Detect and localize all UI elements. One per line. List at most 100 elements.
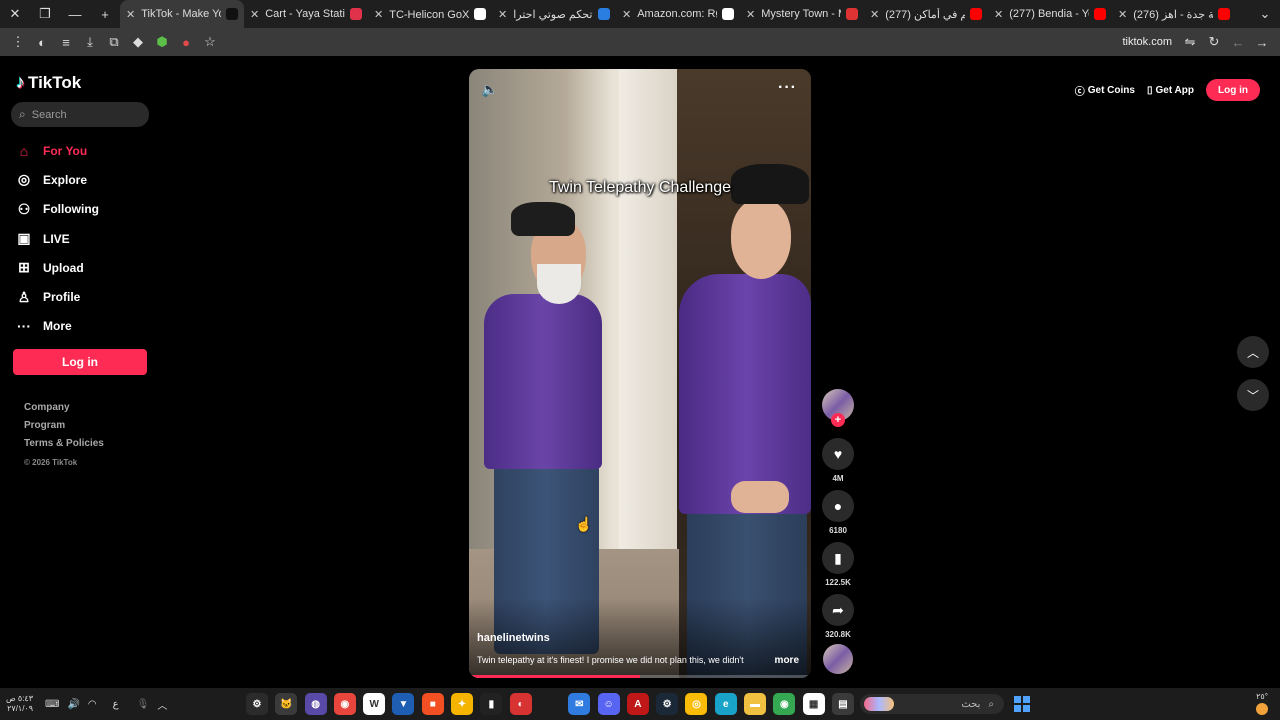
prime-app-icon[interactable]: ✦ (451, 693, 474, 715)
orbit-app-icon[interactable]: ◍ (304, 693, 327, 715)
window-minimize-icon[interactable]: — (60, 0, 90, 28)
discord-app-icon[interactable]: ☺ (597, 693, 620, 715)
header-login-button[interactable]: Log in (1206, 79, 1260, 101)
download-icon[interactable]: ⤓ (78, 30, 102, 54)
tab-close-icon[interactable]: ✕ (1118, 8, 1127, 21)
footer-link-program[interactable]: Program (24, 420, 104, 438)
weather-widget[interactable]: ٢٥° (1256, 692, 1268, 715)
sidebar-item-upload[interactable]: ⊞ Upload (14, 253, 154, 282)
sidebar-item-profile[interactable]: ♙ Profile (14, 282, 154, 311)
share-icon[interactable]: ➦ (822, 594, 854, 626)
blank-app-icon[interactable] (538, 693, 561, 715)
adobe-app-icon[interactable]: A (626, 693, 649, 715)
folder-app-icon[interactable]: ▬ (744, 693, 767, 715)
creator-avatar[interactable]: + (822, 389, 854, 427)
volume-tray-icon[interactable]: 🔊 (67, 699, 79, 710)
tray-overflow-chevron-icon[interactable]: ︿ (157, 697, 167, 712)
browser-tab[interactable]: ✕ Cart - Yaya Station (244, 0, 368, 28)
tab-close-icon[interactable]: ✕ (250, 8, 259, 21)
tab-close-icon[interactable]: ✕ (870, 8, 879, 21)
clock[interactable]: ٥:٤٣ ص ٢٧/١/٠٩ (6, 694, 33, 714)
get-coins-button[interactable]: ⓒ Get Coins (1075, 83, 1135, 98)
next-video-chevron-down-icon[interactable]: ﹀ (1237, 379, 1269, 411)
terminal-app-icon[interactable]: ▮ (480, 693, 503, 715)
red-app-icon[interactable]: ◐ (509, 693, 532, 715)
browser-tab[interactable]: ✕ Mystery Town - MT S (740, 0, 864, 28)
window-restore-icon[interactable]: ❐ (30, 0, 60, 28)
tab-actions-icon[interactable]: ≡ (54, 30, 78, 54)
previous-video-chevron-up-icon[interactable]: ︿ (1237, 336, 1269, 368)
cat-app-icon[interactable]: 🐱 (275, 693, 298, 715)
chrome-app-icon[interactable]: ◉ (333, 693, 356, 715)
address-bar[interactable]: tiktok.com (1122, 36, 1172, 48)
forward-icon[interactable]: → (1250, 30, 1274, 54)
get-app-button[interactable]: ▯ Get App (1147, 85, 1194, 96)
extension-red-icon[interactable]: ● (174, 30, 198, 54)
follow-plus-icon[interactable]: + (831, 413, 845, 427)
volume-icon[interactable]: 🔈 (481, 81, 498, 98)
language-indicator[interactable]: ع (113, 699, 119, 710)
browser-tab[interactable]: ✕ جهاز تحكم صوتي احترا (492, 0, 616, 28)
sidebar-item-explore[interactable]: ◎ Explore (14, 165, 154, 194)
search-input[interactable] (31, 108, 132, 121)
reload-icon[interactable]: ↻ (1202, 30, 1226, 54)
heart-icon[interactable]: ♥ (822, 438, 854, 470)
footer-link-terms[interactable]: Terms & Policies (24, 438, 104, 456)
browser-tab[interactable]: ✕ TC-Helicon GoXLR على (368, 0, 492, 28)
search-box[interactable]: ⌕ (11, 102, 149, 127)
extensions-icon[interactable]: ⧉ (102, 30, 126, 54)
tab-close-icon[interactable]: ✕ (498, 8, 507, 21)
sidebar-login-button[interactable]: Log in (13, 349, 147, 375)
tab-close-icon[interactable]: ✕ (374, 8, 383, 21)
tab-close-icon[interactable]: ✕ (746, 8, 755, 21)
browser-tab[interactable]: ✕ Amazon.com: RØDE (616, 0, 740, 28)
video-author[interactable]: hanelinetwins (477, 632, 550, 644)
windows-start-icon[interactable] (1014, 696, 1030, 712)
sidebar-item-live[interactable]: ▣ LIVE (14, 224, 154, 253)
wps-app-icon[interactable]: W (363, 693, 386, 715)
chrome2-app-icon[interactable]: ◎ (685, 693, 708, 715)
profile-icon[interactable]: ◐ (30, 30, 54, 54)
bookmark-icon[interactable]: ▮ (822, 542, 854, 574)
tab-close-icon[interactable]: ✕ (994, 8, 1003, 21)
video-progress-bar[interactable] (469, 675, 811, 678)
settings-app-icon[interactable]: ⚙ (246, 693, 268, 715)
notifications-icon[interactable]: ⌨ (45, 699, 59, 710)
video-player[interactable]: Twin Telepathy Challenge 🔈 ··· hanelinet… (469, 69, 811, 678)
steam-app-icon[interactable]: ⚙ (656, 693, 679, 715)
video-options-icon[interactable]: ··· (778, 79, 797, 97)
browser-tab[interactable]: ✕ (277) رميناهم في أماكن (864, 0, 988, 28)
window-close-icon[interactable]: ✕ (0, 0, 30, 28)
taskbar-search[interactable]: بحث ⌕ (860, 694, 1004, 714)
microphone-icon[interactable]: 🎙 (137, 699, 150, 710)
sound-avatar[interactable] (823, 644, 853, 674)
browser-tab[interactable]: ✕ TikTok - Make Yo (120, 0, 244, 28)
sidebar-item-for-you[interactable]: ⌂ For You (14, 136, 154, 165)
chrome3-app-icon[interactable]: ◉ (773, 693, 796, 715)
ms-store-app-icon[interactable]: ▦ (802, 693, 825, 715)
description-more-button[interactable]: more (775, 655, 799, 666)
store-app-icon[interactable]: ▼ (392, 693, 415, 715)
bookmark-star-icon[interactable]: ☆ (198, 30, 222, 54)
new-tab-icon[interactable]: + (90, 0, 120, 28)
extension-shield-icon[interactable]: ⬢ (150, 30, 174, 54)
mail-app-icon[interactable]: ✉ (568, 693, 591, 715)
sidebar-item-more[interactable]: ··· More (14, 312, 154, 341)
wifi-icon[interactable]: ◠ (88, 699, 97, 710)
tab-close-icon[interactable]: ✕ (126, 8, 135, 21)
files-app-icon[interactable]: ▤ (831, 693, 854, 715)
browser-tab[interactable]: ✕ (277) Bendia - YouTu (988, 0, 1112, 28)
tab-close-icon[interactable]: ✕ (622, 8, 631, 21)
comment-icon[interactable]: ● (822, 490, 854, 522)
microsoft-app-icon[interactable]: ■ (421, 693, 444, 715)
site-settings-icon[interactable]: ⇋ (1178, 30, 1202, 54)
browser-tab[interactable]: ✕ (276) ايقونة جدة - اهز (1112, 0, 1236, 28)
back-icon[interactable]: ← (1226, 30, 1250, 54)
menu-icon[interactable]: ⋮ (6, 30, 30, 54)
footer-link-company[interactable]: Company (24, 402, 104, 420)
tiktok-logo[interactable]: ♪ TikTok (16, 72, 81, 93)
extension-diamond-icon[interactable]: ◆ (126, 30, 150, 54)
sidebar-item-following[interactable]: ⚇ Following (14, 195, 154, 224)
edge-app-icon[interactable]: e (714, 693, 737, 715)
tab-search-icon[interactable]: ⌄ (1250, 0, 1280, 28)
